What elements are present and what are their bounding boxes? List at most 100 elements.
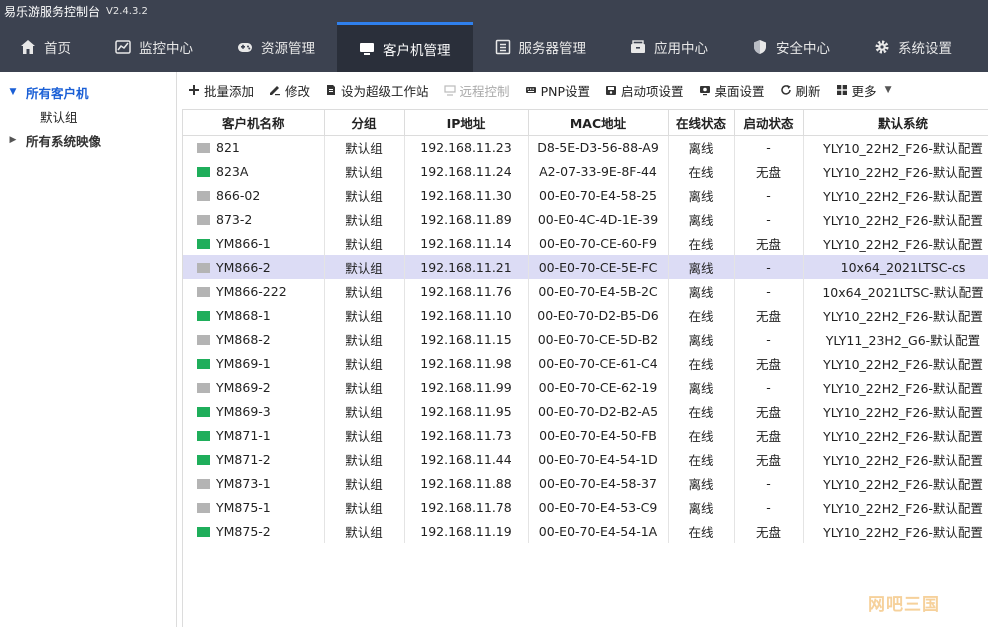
cell-name: YM868-1 [183, 303, 325, 327]
pnp-settings-button[interactable]: PNP设置 [520, 81, 590, 100]
cell-mac: 00-E0-70-E4-54-1A [528, 519, 669, 543]
nav-label: 资源管理 [261, 41, 315, 57]
table-row[interactable]: YM866-1 默认组 192.168.11.14 00-E0-70-CE-60-F9… [183, 231, 988, 255]
table-row[interactable]: YM869-3 默认组 192.168.11.95 00-E0-70-D2-B2-A5… [183, 399, 988, 423]
table-row[interactable]: YM868-2 默认组 192.168.11.15 00-E0-70-CE-5D-B2… [183, 327, 988, 351]
table-row[interactable]: 873-2 默认组 192.168.11.89 00-E0-4C-4D-1E-39 离线… [183, 207, 988, 231]
cell-name: YM868-2 [183, 327, 325, 351]
cell-ip: 192.168.11.78 [404, 495, 529, 519]
cell-boot-status: 无盘 [734, 351, 804, 375]
cell-mac: D8-5E-D3-56-88-A9 [528, 135, 669, 159]
caret-right-icon[interactable]: ▶ [6, 135, 20, 145]
cell-boot-status: 无盘 [734, 303, 804, 327]
table-row[interactable]: YM866-222 默认组 192.168.11.76 00-E0-70-E4-5B-… [183, 279, 988, 303]
cell-mac: A2-07-33-9E-8F-44 [528, 159, 669, 183]
cell-default-system: YLY10_22H2_F26-默认配置 [803, 471, 988, 495]
client-name: YM875-1 [216, 499, 271, 515]
cell-default-system: YLY10_22H2_F26-默认配置 [803, 303, 988, 327]
cell-online-status: 在线 [668, 519, 735, 543]
column-header-group[interactable]: 分组 [324, 110, 405, 136]
cell-mac: 00-E0-70-CE-5D-B2 [528, 327, 669, 351]
table-row[interactable]: YM868-1 默认组 192.168.11.10 00-E0-70-D2-B5-D6… [183, 303, 988, 327]
cell-online-status: 离线 [668, 471, 735, 495]
table-row[interactable]: 866-02 默认组 192.168.11.30 00-E0-70-E4-58-25 离… [183, 183, 988, 207]
cell-default-system: YLY10_22H2_F26-默认配置 [803, 231, 988, 255]
caret-down-icon[interactable]: ▼ [6, 87, 20, 97]
column-header-mac[interactable]: MAC地址 [528, 110, 669, 136]
set-super-workstation-button[interactable]: 设为超级工作站 [320, 81, 429, 100]
nav-security[interactable]: 安全中心 [730, 22, 852, 72]
cell-group: 默认组 [324, 279, 405, 303]
button-label: 更多 [851, 83, 877, 99]
tree-item-default-group[interactable]: 默认组 [0, 104, 176, 128]
table-row[interactable]: YM873-1 默认组 192.168.11.88 00-E0-70-E4-58-37… [183, 471, 988, 495]
remote-control-button[interactable]: 远程控制 [439, 81, 510, 100]
desktop-settings-button[interactable]: 桌面设置 [694, 81, 765, 100]
nav-resources[interactable]: 资源管理 [215, 22, 337, 72]
batch-add-button[interactable]: 批量添加 [183, 81, 254, 100]
cell-online-status: 离线 [668, 207, 735, 231]
watermark-logo: 网吧三国 [868, 595, 940, 615]
nav-home[interactable]: 首页 [0, 22, 93, 72]
cell-mac: 00-E0-70-D2-B5-D6 [528, 303, 669, 327]
cell-group: 默认组 [324, 327, 405, 351]
client-name: YM866-2 [216, 259, 271, 275]
cell-name: YM875-2 [183, 519, 325, 543]
nav-monitor[interactable]: 监控中心 [93, 22, 215, 72]
cell-default-system: YLY10_22H2_F26-默认配置 [803, 135, 988, 159]
cell-mac: 00-E0-70-CE-5E-FC [528, 255, 669, 279]
nav-servers[interactable]: 服务器管理 [473, 22, 609, 72]
edit-button[interactable]: 修改 [264, 81, 310, 100]
table-row[interactable]: YM866-2 默认组 192.168.11.21 00-E0-70-CE-5E-FC… [183, 255, 988, 279]
cell-name: YM866-2 [183, 255, 325, 279]
table-row[interactable]: YM869-2 默认组 192.168.11.99 00-E0-70-CE-62-19… [183, 375, 988, 399]
column-header-default-system[interactable]: 默认系统 [803, 110, 988, 136]
cell-ip: 192.168.11.44 [404, 447, 529, 471]
client-name: YM869-1 [216, 355, 271, 371]
cell-online-status: 离线 [668, 279, 735, 303]
nav-clients[interactable]: 客户机管理 [337, 22, 473, 72]
cell-group: 默认组 [324, 231, 405, 255]
column-header-ip[interactable]: IP地址 [404, 110, 529, 136]
button-label: 启动项设置 [621, 83, 684, 99]
grid-icon [835, 83, 849, 97]
cell-name: 821 [183, 135, 325, 159]
cell-default-system: YLY10_22H2_F26-默认配置 [803, 159, 988, 183]
cell-online-status: 在线 [668, 231, 735, 255]
computer-icon [197, 286, 210, 297]
more-button[interactable]: 更多 ▼ [831, 81, 892, 100]
table-header-row: 客户机名称 分组 IP地址 MAC地址 在线状态 启动状态 默认系统 [183, 110, 988, 136]
nav-settings[interactable]: 系统设置 [852, 22, 974, 72]
cell-mac: 00-E0-4C-4D-1E-39 [528, 207, 669, 231]
column-header-name[interactable]: 客户机名称 [183, 110, 325, 136]
client-name: 866-02 [216, 187, 261, 203]
cell-group: 默认组 [324, 207, 405, 231]
computer-icon [197, 142, 210, 153]
client-name: 873-2 [216, 211, 253, 227]
cell-group: 默认组 [324, 375, 405, 399]
column-header-boot-status[interactable]: 启动状态 [734, 110, 804, 136]
keyboard-icon [524, 83, 538, 97]
table-row[interactable]: 821 默认组 192.168.11.23 D8-5E-D3-56-88-A9 离线 - Y… [183, 135, 988, 159]
table-row[interactable]: YM869-1 默认组 192.168.11.98 00-E0-70-CE-61-C4… [183, 351, 988, 375]
cell-online-status: 在线 [668, 351, 735, 375]
table-row[interactable]: YM871-1 默认组 192.168.11.73 00-E0-70-E4-50-FB… [183, 423, 988, 447]
table-row[interactable]: YM875-2 默认组 192.168.11.19 00-E0-70-E4-54-1A… [183, 519, 988, 543]
chevron-down-icon[interactable]: ▼ [885, 85, 892, 95]
table-row[interactable]: YM875-1 默认组 192.168.11.78 00-E0-70-E4-53-C9… [183, 495, 988, 519]
boot-items-button[interactable]: 启动项设置 [600, 81, 684, 100]
column-header-online-status[interactable]: 在线状态 [668, 110, 735, 136]
table-row[interactable]: YM871-2 默认组 192.168.11.44 00-E0-70-E4-54-1D… [183, 447, 988, 471]
nav-apps[interactable]: 应用中心 [608, 22, 730, 72]
table-row[interactable]: 823A 默认组 192.168.11.24 A2-07-33-9E-8F-44 在线无… [183, 159, 988, 183]
cell-default-system: YLY10_22H2_F26-默认配置 [803, 423, 988, 447]
cell-name: YM871-2 [183, 447, 325, 471]
tree-item-all-images[interactable]: ▶ 所有系统映像 [0, 128, 176, 152]
tree-item-all-clients[interactable]: ▼ 所有客户机 [0, 80, 176, 104]
refresh-button[interactable]: 刷新 [775, 81, 821, 100]
button-label: 设为超级工作站 [341, 83, 429, 99]
cell-default-system: YLY10_22H2_F26-默认配置 [803, 399, 988, 423]
button-label: 桌面设置 [714, 83, 765, 99]
cell-boot-status: - [734, 183, 804, 207]
plus-icon [187, 83, 201, 97]
